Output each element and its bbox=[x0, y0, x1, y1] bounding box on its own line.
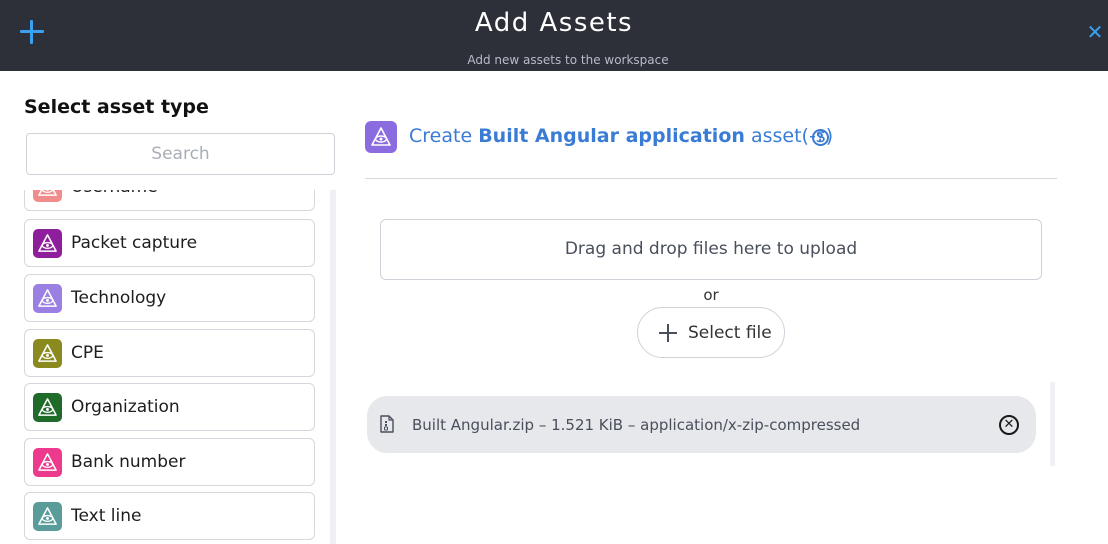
asset-type-icon bbox=[33, 339, 62, 368]
create-asset-type: Built Angular application bbox=[478, 125, 745, 147]
eye-pyramid-icon bbox=[38, 344, 57, 362]
search-input[interactable] bbox=[26, 133, 335, 175]
file-info: Built Angular.zip – 1.521 KiB – applicat… bbox=[412, 416, 861, 434]
asset-type-label: Technology bbox=[71, 288, 167, 308]
asset-type-label: Organization bbox=[71, 397, 180, 417]
asset-type-icon bbox=[365, 121, 397, 153]
asset-type-heading: Select asset type bbox=[24, 96, 209, 118]
asset-type-label: Text line bbox=[71, 506, 142, 526]
eye-pyramid-icon bbox=[38, 398, 57, 416]
asset-type-item[interactable]: CPE bbox=[24, 329, 315, 377]
eye-pyramid-icon bbox=[38, 234, 57, 252]
zip-file-icon bbox=[380, 415, 394, 433]
create-asset-title: Create Built Angular application asset(-… bbox=[409, 125, 833, 147]
asset-type-item[interactable]: Packet capture bbox=[24, 219, 315, 267]
asset-type-item[interactable]: Text line bbox=[24, 492, 315, 540]
asset-list-scrollbar[interactable] bbox=[330, 190, 336, 544]
select-file-label: Select file bbox=[688, 323, 772, 343]
asset-type-label: Packet capture bbox=[71, 233, 198, 253]
asset-type-icon bbox=[33, 448, 62, 477]
select-file-button[interactable]: Select file bbox=[637, 307, 785, 358]
file-dropzone[interactable]: Drag and drop files here to upload bbox=[380, 219, 1042, 280]
eye-pyramid-icon bbox=[38, 190, 57, 196]
asset-type-icon bbox=[33, 229, 62, 258]
asset-type-label: CPE bbox=[71, 343, 104, 363]
eye-pyramid-icon bbox=[38, 507, 57, 525]
dialog-header: Add Assets Add new assets to the workspa… bbox=[0, 0, 1108, 71]
asset-type-label: Bank number bbox=[71, 452, 186, 472]
add-assets-dialog: Add Assets Add new assets to the workspa… bbox=[0, 0, 1108, 544]
divider bbox=[365, 178, 1057, 179]
eye-pyramid-icon bbox=[38, 453, 57, 471]
help-icon[interactable]: ? bbox=[812, 129, 829, 146]
asset-type-item[interactable]: Technology bbox=[24, 274, 315, 322]
asset-type-item[interactable]: Bank number bbox=[24, 438, 315, 486]
plus-icon bbox=[659, 324, 677, 342]
asset-type-label: Username bbox=[71, 190, 158, 197]
or-separator: or bbox=[703, 286, 719, 304]
asset-type-icon bbox=[33, 393, 62, 422]
asset-type-icon bbox=[33, 284, 62, 313]
close-icon[interactable]: ✕ bbox=[1086, 22, 1104, 42]
create-prefix: Create bbox=[409, 125, 473, 147]
eye-pyramid-icon bbox=[371, 127, 391, 146]
file-list-scrollbar[interactable] bbox=[1050, 382, 1055, 466]
asset-type-icon bbox=[33, 502, 62, 531]
eye-pyramid-icon bbox=[38, 289, 57, 307]
asset-type-icon bbox=[33, 190, 62, 202]
dialog-title: Add Assets bbox=[474, 8, 634, 38]
asset-type-item[interactable]: Organization bbox=[24, 383, 315, 431]
asset-type-item[interactable]: Username bbox=[24, 190, 315, 211]
asset-type-list[interactable]: Username Packet capture Technology CPE Organ… bbox=[24, 190, 324, 544]
uploaded-file-row: Built Angular.zip – 1.521 KiB – applicat… bbox=[367, 396, 1036, 453]
remove-file-icon[interactable]: ✕ bbox=[999, 415, 1019, 435]
dialog-subtitle: Add new assets to the workspace bbox=[467, 53, 669, 67]
